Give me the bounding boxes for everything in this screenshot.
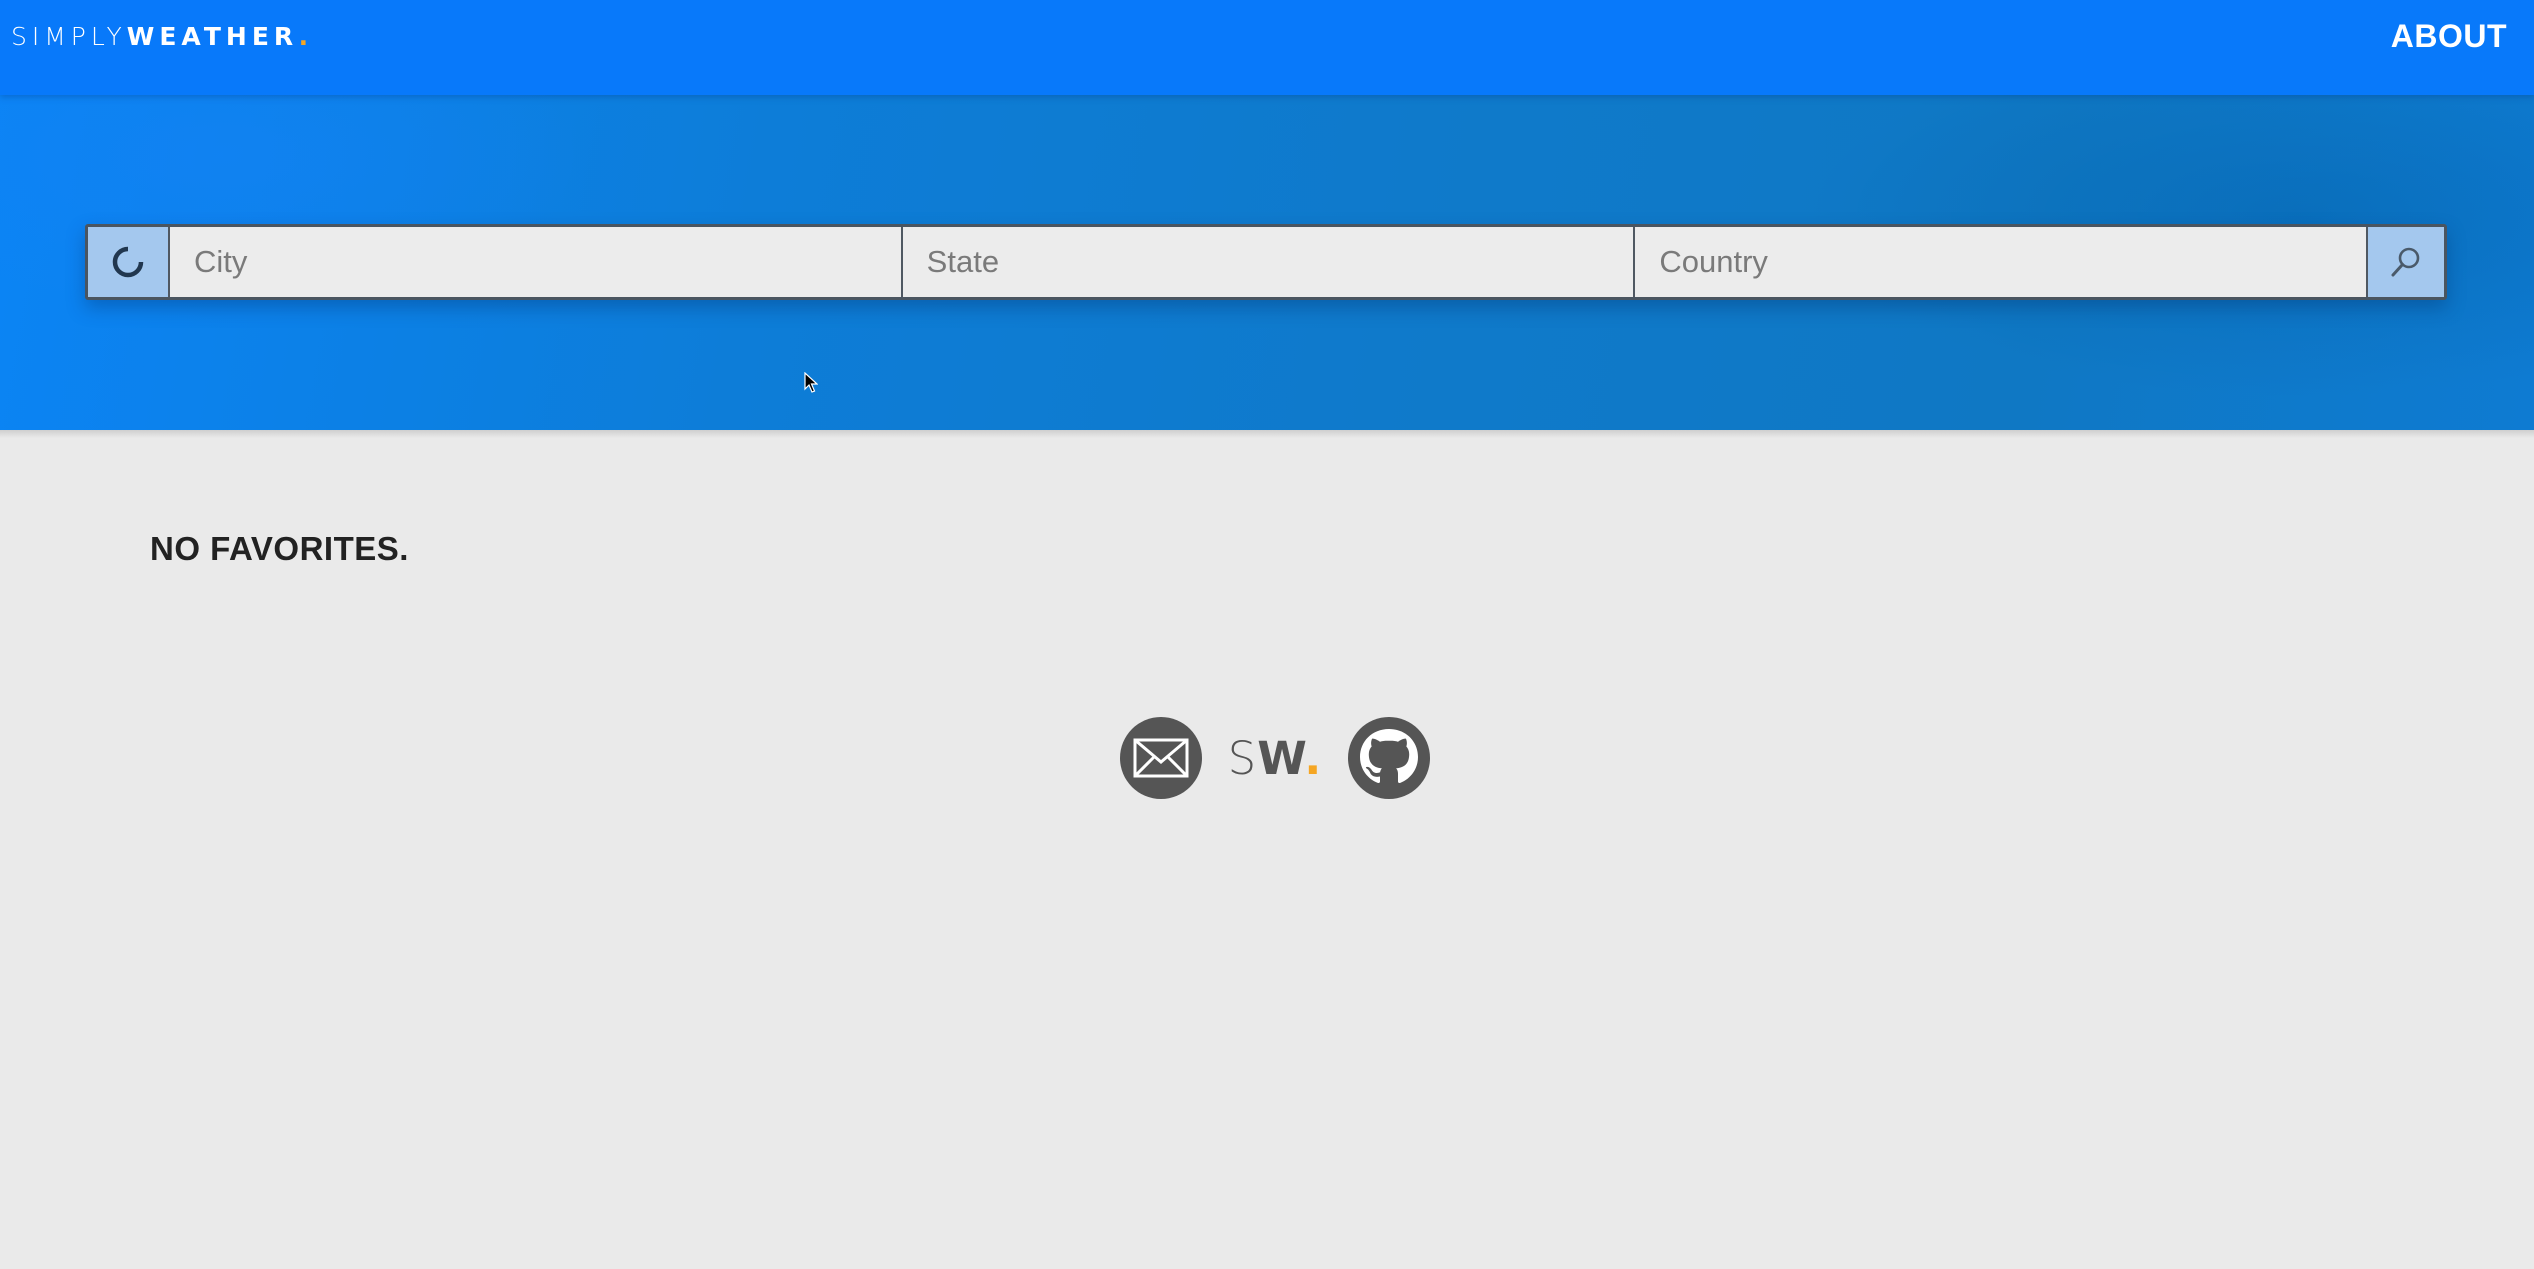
envelope-icon (1133, 738, 1189, 778)
country-input[interactable] (1659, 227, 2367, 297)
current-location-button[interactable] (88, 227, 168, 297)
app-logo[interactable]: SIMPLYWEATHER. (11, 22, 313, 51)
location-search-bar (85, 224, 2447, 300)
about-link[interactable]: ABOUT (2391, 18, 2507, 55)
top-nav-bar: SIMPLYWEATHER. ABOUT (0, 0, 2534, 95)
mouse-cursor-icon (804, 372, 818, 393)
hero-divider-shadow (0, 430, 2534, 438)
email-link[interactable] (1120, 717, 1202, 799)
logo-text-weather: WEATHER (126, 22, 299, 51)
footer-logo-dot: . (1304, 731, 1323, 785)
city-input[interactable] (194, 227, 901, 297)
github-link[interactable] (1348, 717, 1430, 799)
state-field-wrapper (900, 227, 1634, 297)
footer-logo[interactable]: SW. (1228, 732, 1323, 785)
logo-dot: . (298, 22, 314, 51)
github-icon (1360, 729, 1418, 784)
footer-logo-w: W (1257, 731, 1305, 785)
refresh-spinner-icon (112, 246, 144, 278)
no-favorites-message: NO FAVORITES. (150, 530, 409, 567)
footer: SW. (1120, 716, 1430, 800)
search-icon (2391, 247, 2420, 277)
logo-text-simply: SIMPLY (11, 22, 127, 51)
city-field-wrapper (168, 227, 901, 297)
country-field-wrapper (1633, 227, 2367, 297)
search-button[interactable] (2366, 227, 2445, 297)
state-input[interactable] (926, 227, 1634, 297)
footer-logo-s: S (1227, 731, 1258, 785)
